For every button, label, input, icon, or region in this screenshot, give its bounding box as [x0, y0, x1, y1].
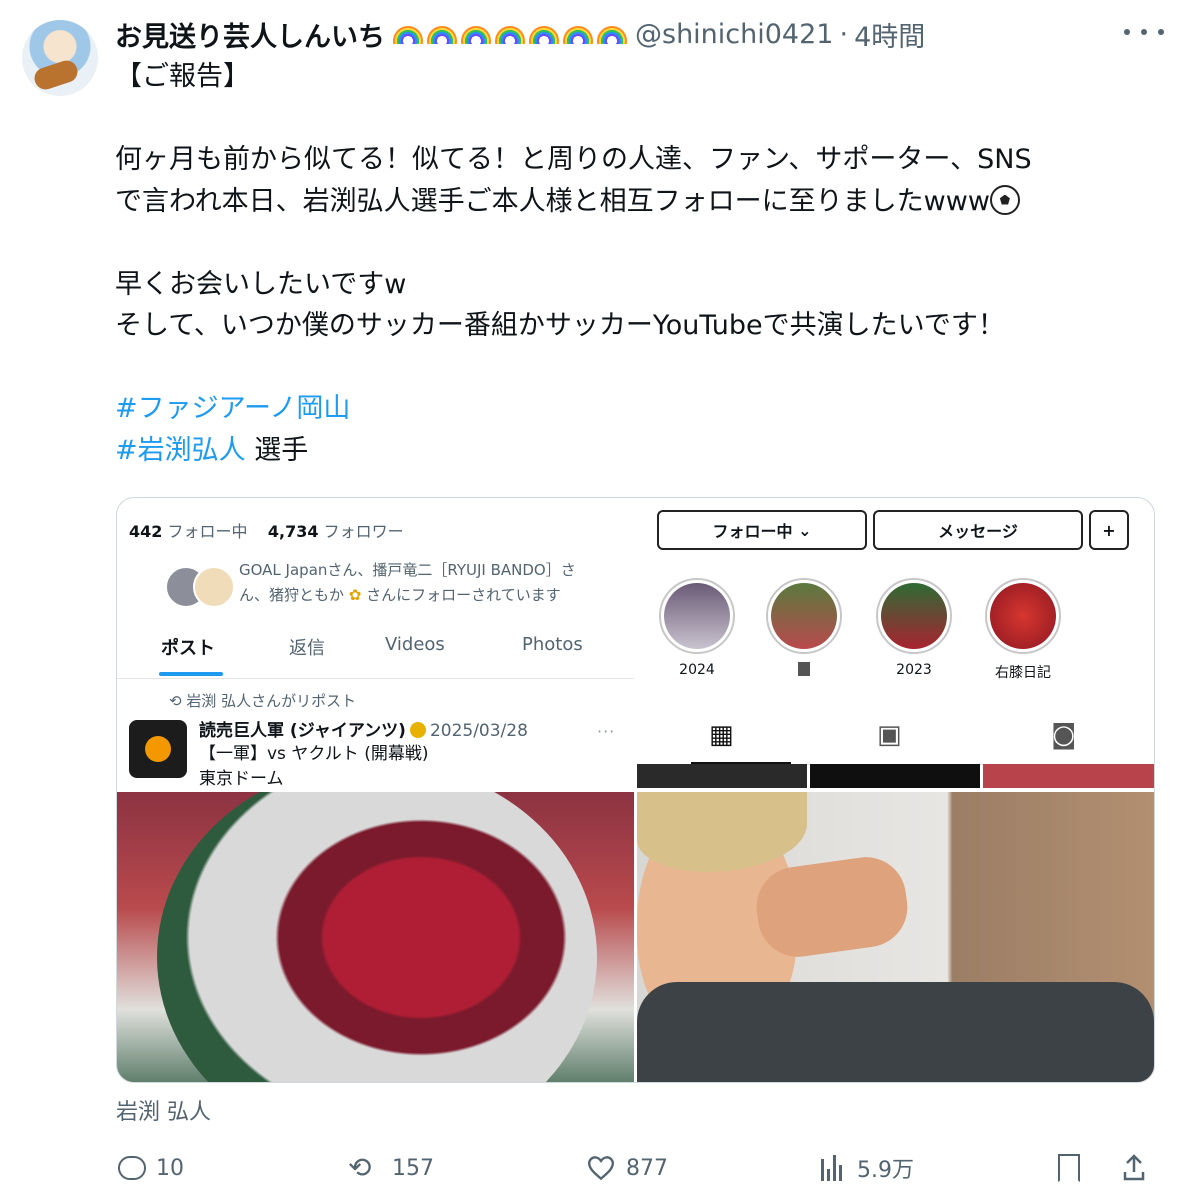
- tagged-icon: ◙: [1051, 720, 1077, 750]
- selfie-photo: [637, 792, 1154, 1082]
- hashtag-link[interactable]: #ファジアーノ岡山: [115, 393, 350, 424]
- bookmark-button[interactable]: [1058, 1148, 1080, 1188]
- grid-thumbnail: [810, 764, 980, 788]
- rainbow-icon: [459, 24, 493, 44]
- more-options-icon[interactable]: [1124, 20, 1164, 44]
- reels-icon: ▣: [877, 720, 902, 750]
- author-name-row: お見送り芸人しんいち @shinichi0421 · 4時間: [115, 14, 925, 54]
- tweet-line: 何ヶ月も前から似てる！似てる！と周りの人達、ファン、サポーター、SNS: [115, 144, 1032, 175]
- view-count: 5.9万: [857, 1158, 914, 1183]
- followed-by-text: GOAL Japanさん、播戸竜二［RYUJI BANDO］さ ん、猪狩ともか …: [239, 561, 576, 604]
- like-button[interactable]: 877: [586, 1148, 668, 1188]
- media-caption: 岩渕 弘人: [116, 1100, 211, 1125]
- rainbow-emojis: [391, 24, 629, 44]
- separator-dot: ·: [839, 18, 849, 50]
- views-button[interactable]: 5.9万: [821, 1148, 914, 1188]
- tweet-line: そして、いつか僕のサッカー番組かサッカーYouTubeで共演したいです！: [115, 310, 1005, 341]
- tab-replies: 返信: [289, 638, 325, 659]
- tab-posts: ポスト: [161, 638, 215, 659]
- reposted-author: 読売巨人軍 (ジャイアンツ) 2025/03/28: [199, 721, 528, 741]
- story-highlight: 2023: [872, 578, 956, 678]
- followers-label: フォロワー: [323, 522, 404, 541]
- rainbow-icon: [561, 24, 595, 44]
- tab-photos: Photos: [522, 634, 583, 655]
- tab-videos: Videos: [385, 634, 445, 655]
- story-highlight: 右膝日記: [981, 578, 1065, 682]
- repost-indicator: ⟲ 岩渕 弘人さんがリポスト: [169, 692, 357, 710]
- repost-button[interactable]: ⟲ 157: [348, 1148, 434, 1188]
- sunflower-icon: ✿: [348, 586, 362, 604]
- chevron-down-icon: ⌄: [798, 520, 812, 540]
- author-handle[interactable]: @shinichi0421: [635, 19, 833, 50]
- rainbow-icon: [391, 24, 425, 44]
- rainbow-icon: [425, 24, 459, 44]
- message-button: メッセージ: [873, 510, 1083, 550]
- soccer-player-photo: [117, 792, 634, 1082]
- reply-icon: [118, 1156, 146, 1180]
- hashtag-suffix: 選手: [245, 434, 309, 466]
- grid-icon: ▦: [709, 720, 734, 750]
- views-icon: [821, 1155, 847, 1181]
- giants-logo: [129, 720, 187, 778]
- share-button[interactable]: [1122, 1148, 1146, 1188]
- mini-avatar: [193, 566, 235, 608]
- repost-icon: ⟲: [348, 1151, 372, 1184]
- post-time[interactable]: 4時間: [854, 15, 925, 54]
- tweet-text: 【ご報告】 何ヶ月も前から似てる！似てる！と周りの人達、ファン、サポーター、SN…: [115, 56, 1155, 471]
- story-highlight: 2024: [655, 578, 739, 678]
- following-label: フォロー中: [167, 522, 248, 541]
- action-bar: 10 ⟲ 157 877 5.9万: [116, 1148, 1156, 1188]
- reposted-text: 【一軍】vs ヤクルト (開幕戦) 東京ドーム: [199, 744, 429, 789]
- instagram-tabs: ▦ ▣ ◙: [637, 708, 1154, 765]
- verified-badge-icon: [409, 722, 426, 738]
- author-avatar[interactable]: [22, 20, 98, 96]
- reposted-more-icon: ···: [597, 722, 616, 741]
- profile-circle-photo: [157, 792, 597, 1082]
- following-button: フォロー中 ⌄: [657, 510, 867, 550]
- rainbow-icon: [527, 24, 561, 44]
- followers-count: 4,734: [267, 522, 319, 541]
- follow-stats: 442 フォロー中 4,734 フォロワー: [129, 518, 404, 542]
- tweet-line: 【ご報告】: [115, 61, 250, 92]
- rainbow-icon: [595, 24, 629, 44]
- display-name[interactable]: お見送り芸人しんいち: [115, 15, 385, 54]
- notebook-icon: [798, 662, 810, 676]
- repost-count: 157: [392, 1155, 434, 1181]
- following-count: 442: [129, 522, 163, 541]
- story-highlight: [762, 578, 846, 680]
- reply-button[interactable]: 10: [118, 1148, 184, 1188]
- soccer-ball-icon: [989, 184, 1020, 215]
- rainbow-icon: [493, 24, 527, 44]
- add-person-icon: +: [1089, 510, 1129, 550]
- tweet-line: で言われ本日、岩渕弘人選手ご本人様と相互フォローに至りましたwww: [115, 185, 990, 217]
- media-attachment[interactable]: 442 フォロー中 4,734 フォロワー GOAL Japanさん、播戸竜二［…: [116, 497, 1155, 1083]
- reply-count: 10: [156, 1155, 184, 1181]
- follower-avatars: [135, 562, 235, 608]
- grid-thumbnail: [983, 764, 1154, 788]
- like-count: 877: [626, 1155, 668, 1181]
- repost-icon: ⟲: [169, 692, 182, 710]
- share-icon: [1123, 1154, 1145, 1181]
- grid-thumbnail: [637, 764, 807, 788]
- hashtag-link[interactable]: #岩渕弘人: [115, 435, 246, 466]
- hoodie-shape: [637, 982, 1154, 1082]
- guitar-icon: [31, 57, 81, 93]
- active-tab-indicator: [159, 672, 223, 676]
- tweet-line: 早くお会いしたいですw: [115, 268, 407, 300]
- heart-icon: [587, 1156, 615, 1181]
- profile-tabs: ポスト 返信 Videos Photos: [117, 616, 634, 679]
- bookmark-icon: [1058, 1154, 1080, 1182]
